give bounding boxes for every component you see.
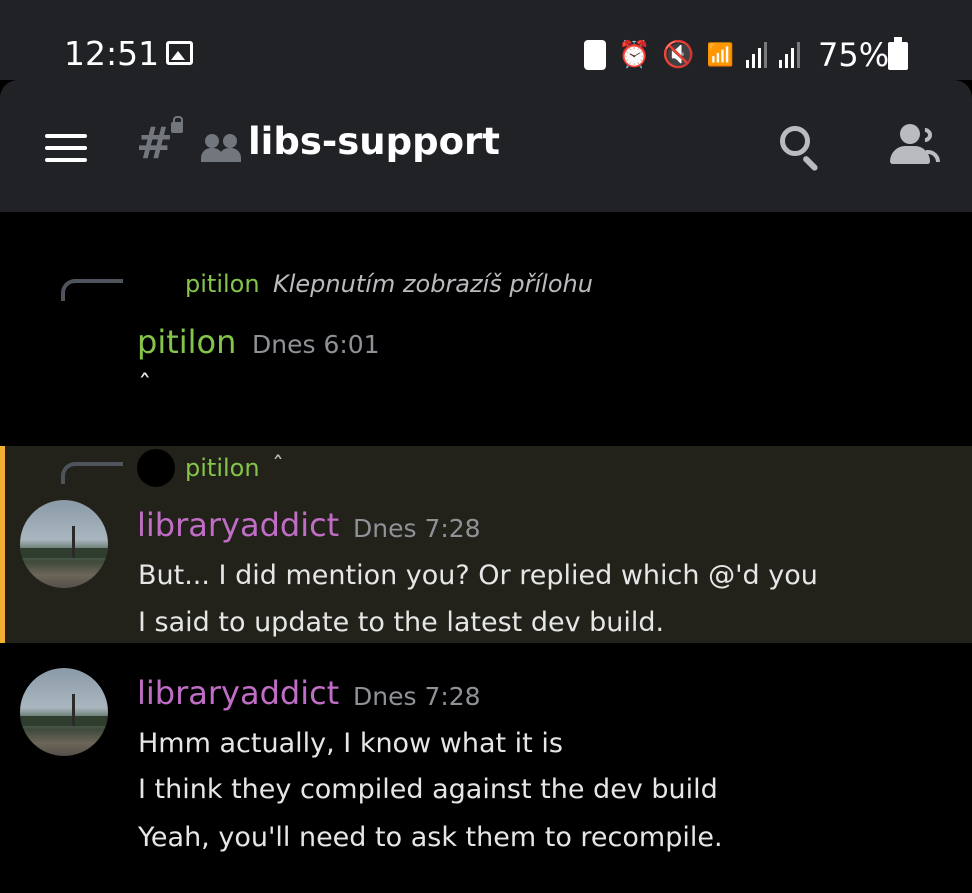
members-only-icon xyxy=(201,134,245,162)
status-icons: ⏰ 🔇 📶 xyxy=(584,38,801,72)
reply-connector xyxy=(61,462,123,484)
status-bar: 12:51 ⏰ 🔇 📶 75% xyxy=(0,0,972,80)
avatar[interactable] xyxy=(20,500,108,588)
message-author[interactable]: libraryaddict xyxy=(137,674,339,712)
reply-username[interactable]: pitilon xyxy=(185,454,260,482)
message-timestamp: Dnes 7:28 xyxy=(353,682,481,711)
message-text: I said to update to the latest dev build… xyxy=(138,607,665,638)
clock: 12:51 xyxy=(64,34,160,73)
message-text: Hmm actually, I know what it is xyxy=(138,728,563,759)
reply-username[interactable]: pitilon xyxy=(185,270,260,298)
message-text: ˆ xyxy=(138,370,152,401)
channel-title[interactable]: libs-support xyxy=(248,120,500,163)
image-notification-icon xyxy=(166,41,193,65)
menu-icon[interactable] xyxy=(45,134,87,162)
battery-percentage: 75% xyxy=(818,36,890,74)
signal-icon-1 xyxy=(746,42,768,68)
message-text: But... I did mention you? Or replied whi… xyxy=(138,560,818,591)
reply-avatar xyxy=(137,449,175,487)
reply-preview[interactable]: Klepnutím zobrazíš přílohu xyxy=(273,270,593,298)
alarm-icon: ⏰ xyxy=(618,40,651,70)
wifi-icon: 📶 xyxy=(706,42,735,68)
message-author[interactable]: libraryaddict xyxy=(137,506,339,544)
message-text: Yeah, you'll need to ask them to recompi… xyxy=(138,822,723,853)
avatar[interactable] xyxy=(20,668,108,756)
message-author[interactable]: pitilon xyxy=(137,323,236,361)
signal-icon-2 xyxy=(779,42,801,68)
search-icon[interactable] xyxy=(778,124,824,172)
message-timestamp: Dnes 7:28 xyxy=(353,514,481,543)
battery-icon xyxy=(888,37,908,70)
recycle-icon xyxy=(584,40,606,70)
reply-connector xyxy=(61,279,123,301)
channel-header: # libs-support xyxy=(0,80,972,212)
mute-icon: 🔇 xyxy=(662,40,695,70)
channel-hash-icon: # xyxy=(136,118,173,169)
reply-preview[interactable]: ˆ xyxy=(272,452,284,480)
message-text: I think they compiled against the dev bu… xyxy=(138,774,718,805)
lock-icon xyxy=(171,116,183,133)
message-timestamp: Dnes 6:01 xyxy=(252,330,380,359)
members-icon[interactable] xyxy=(888,124,940,166)
